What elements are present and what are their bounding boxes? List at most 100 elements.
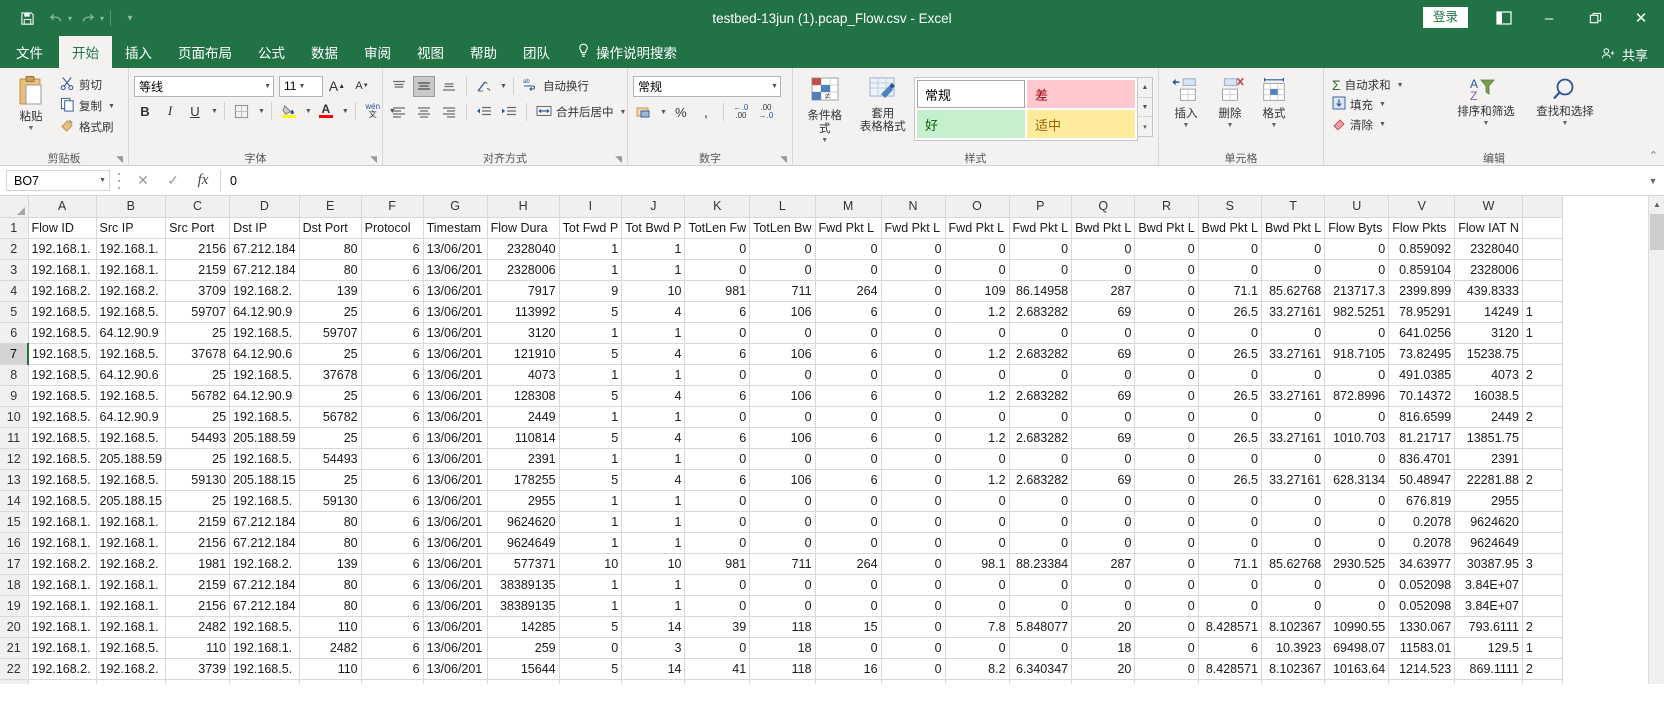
cell-J20[interactable]: 14 (621, 616, 686, 638)
cell-U1[interactable]: Flow Byts (1324, 217, 1390, 239)
cell-N6[interactable]: 0 (881, 322, 946, 344)
cell-partial-8[interactable]: 2 (1522, 364, 1563, 386)
cell-O19[interactable]: 0 (945, 595, 1010, 617)
row-header-6[interactable]: 6 (0, 322, 29, 344)
cell-D15[interactable]: 67.212.184 (229, 511, 300, 533)
cell-V18[interactable]: 0.052098 (1388, 574, 1456, 596)
cell-J1[interactable]: Tot Bwd P (621, 217, 686, 239)
cell-N14[interactable]: 0 (881, 490, 946, 512)
row-header-12[interactable]: 12 (0, 448, 29, 470)
cell-S14[interactable]: 0 (1198, 490, 1262, 512)
close-button[interactable]: ✕ (1618, 0, 1664, 36)
name-box[interactable]: BO7 ▼ (6, 170, 110, 191)
cell-R12[interactable]: 0 (1134, 448, 1199, 470)
cell-Q17[interactable]: 287 (1071, 553, 1136, 575)
cell-R3[interactable]: 0 (1134, 259, 1199, 281)
column-header-w[interactable]: W (1454, 196, 1523, 218)
cell-P18[interactable]: 0 (1009, 574, 1073, 596)
font-dialog-launcher[interactable]: ◥ (370, 154, 377, 165)
cell-A12[interactable]: 192.168.5. (28, 448, 97, 470)
find-select-dropdown-icon[interactable]: ▼ (1562, 120, 1569, 127)
cell-E3[interactable]: 80 (299, 259, 362, 281)
cell-D1[interactable]: Dst IP (229, 217, 300, 239)
cell-L8[interactable]: 0 (749, 364, 816, 386)
cell-L7[interactable]: 106 (749, 343, 816, 365)
comma-style-button[interactable]: , (695, 102, 717, 123)
format-as-table-button[interactable]: 套用 表格格式 (854, 74, 912, 135)
cell-R4[interactable]: 0 (1134, 280, 1199, 302)
cell-K14[interactable]: 0 (684, 490, 751, 512)
cell-B22[interactable]: 192.168.2. (96, 658, 167, 680)
cell-P10[interactable]: 0 (1009, 406, 1073, 428)
row-header-4[interactable]: 4 (0, 280, 29, 302)
cell-K1[interactable]: TotLen Fw (684, 217, 751, 239)
cell-A18[interactable]: 192.168.1. (28, 574, 97, 596)
cell-K22[interactable]: 41 (684, 658, 751, 680)
cell-R23[interactable]: 0 (1134, 679, 1199, 684)
cell-E20[interactable]: 110 (299, 616, 362, 638)
cell-partial-15[interactable] (1522, 511, 1563, 533)
cell-A21[interactable]: 192.168.1. (28, 637, 97, 659)
cell-O21[interactable]: 0 (945, 637, 1010, 659)
cell-O11[interactable]: 1.2 (945, 427, 1010, 449)
cell-U10[interactable]: 0 (1324, 406, 1390, 428)
cell-F8[interactable]: 6 (361, 364, 424, 386)
cell-U21[interactable]: 69498.07 (1324, 637, 1390, 659)
cell-U5[interactable]: 982.5251 (1324, 301, 1390, 323)
cell-H3[interactable]: 2328006 (487, 259, 560, 281)
conditional-formatting-dropdown-icon[interactable]: ▼ (821, 137, 828, 144)
cell-B17[interactable]: 192.168.2. (96, 553, 167, 575)
cell-partial-14[interactable] (1522, 490, 1563, 512)
cell-D17[interactable]: 192.168.2. (229, 553, 300, 575)
cell-Q3[interactable]: 0 (1071, 259, 1136, 281)
cell-V14[interactable]: 676.819 (1388, 490, 1456, 512)
format-cells-button[interactable]: 格式 ▼ (1252, 74, 1296, 131)
cell-D5[interactable]: 64.12.90.9 (229, 301, 300, 323)
cell-R14[interactable]: 0 (1134, 490, 1199, 512)
cell-D20[interactable]: 192.168.5. (229, 616, 300, 638)
align-right-icon[interactable] (438, 102, 460, 123)
cell-F2[interactable]: 6 (361, 238, 424, 260)
paste-button[interactable]: 粘贴 ▼ (5, 73, 57, 134)
cell-V20[interactable]: 1330.067 (1388, 616, 1456, 638)
cell-D23[interactable]: 192.168.2. (229, 679, 300, 684)
cell-J3[interactable]: 1 (621, 259, 686, 281)
row-header-3[interactable]: 3 (0, 259, 29, 281)
row-header-1[interactable]: 1 (0, 217, 29, 239)
font-name-dropdown-icon[interactable]: ▼ (262, 83, 271, 90)
cell-E12[interactable]: 54493 (299, 448, 362, 470)
autosum-button[interactable]: Σ 自动求和 ▼ (1329, 76, 1447, 94)
decrease-indent-icon[interactable] (473, 102, 495, 123)
cell-N13[interactable]: 0 (881, 469, 946, 491)
cell-E9[interactable]: 25 (299, 385, 362, 407)
cell-A19[interactable]: 192.168.1. (28, 595, 97, 617)
cell-V3[interactable]: 0.859104 (1388, 259, 1456, 281)
column-header-j[interactable]: J (621, 196, 686, 218)
cell-B11[interactable]: 192.168.5. (96, 427, 167, 449)
cell-partial-7[interactable] (1522, 343, 1563, 365)
cell-C3[interactable]: 2159 (165, 259, 231, 281)
save-icon[interactable] (14, 6, 40, 30)
cell-G15[interactable]: 13/06/201 (423, 511, 488, 533)
customize-quick-access-icon[interactable]: ▾ (117, 6, 143, 30)
cell-Q7[interactable]: 69 (1071, 343, 1136, 365)
cell-I18[interactable]: 1 (559, 574, 623, 596)
cell-V15[interactable]: 0.2078 (1388, 511, 1456, 533)
font-color-dropdown-icon[interactable]: ▼ (340, 108, 349, 115)
cell-Q18[interactable]: 0 (1071, 574, 1136, 596)
cell-C7[interactable]: 37678 (165, 343, 231, 365)
cell-A4[interactable]: 192.168.2. (28, 280, 97, 302)
cell-L9[interactable]: 106 (749, 385, 816, 407)
column-header-b[interactable]: B (96, 196, 167, 218)
cell-T6[interactable]: 0 (1261, 322, 1326, 344)
cell-U20[interactable]: 10990.55 (1324, 616, 1390, 638)
cell-partial-1[interactable] (1522, 217, 1563, 239)
row-header-18[interactable]: 18 (0, 574, 29, 596)
cell-L18[interactable]: 0 (749, 574, 816, 596)
cell-T13[interactable]: 33.27161 (1261, 469, 1326, 491)
cell-E11[interactable]: 25 (299, 427, 362, 449)
cell-U8[interactable]: 0 (1324, 364, 1390, 386)
cell-F20[interactable]: 6 (361, 616, 424, 638)
cell-A14[interactable]: 192.168.5. (28, 490, 97, 512)
tab-view[interactable]: 视图 (404, 36, 457, 68)
